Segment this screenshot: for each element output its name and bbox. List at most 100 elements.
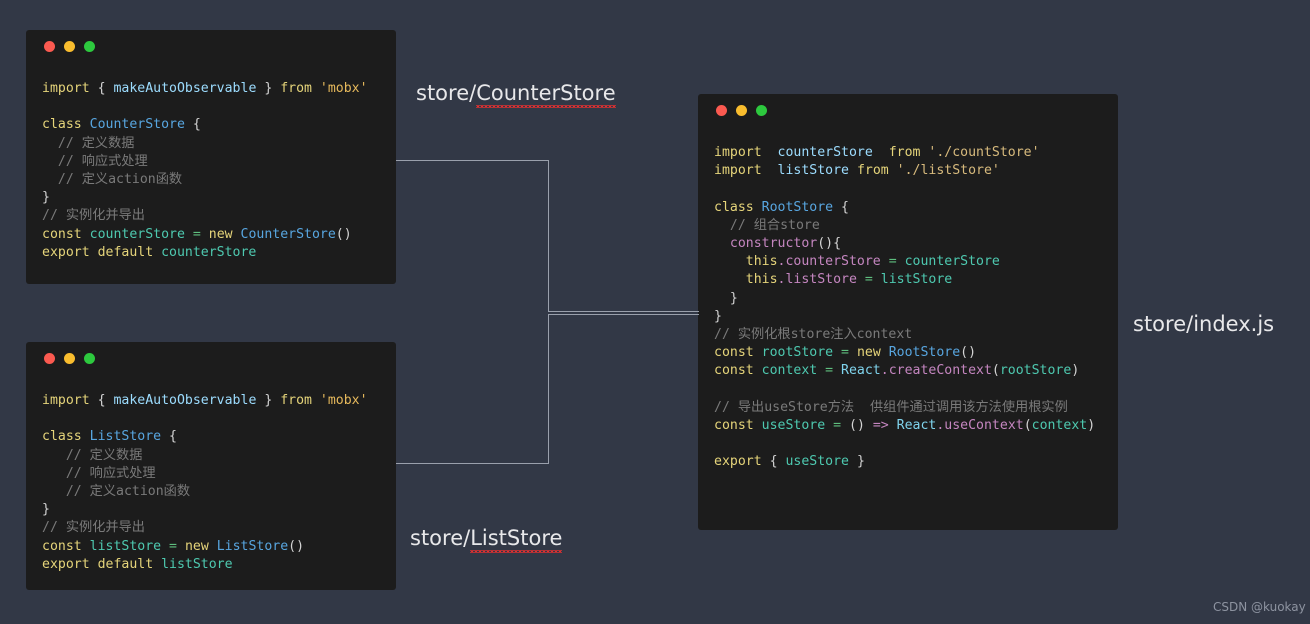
code-line: const counterStore = new CounterStore() [42, 226, 380, 244]
code-token: import [42, 393, 98, 408]
code-line: const useStore = () => React.useContext(… [714, 417, 1102, 435]
code-line: // 定义数据 [42, 135, 380, 153]
code-token: CounterStore [240, 226, 336, 242]
code-token: } [714, 308, 722, 324]
code-token: } [42, 502, 50, 518]
code-line: // 组合store [714, 217, 1102, 235]
code-token: counterStore [89, 226, 185, 242]
code-token: constructor [714, 236, 818, 252]
code-token: const [714, 345, 762, 361]
code-line: // 定义数据 [42, 447, 380, 465]
code-line: this.listStore = listStore [714, 271, 1102, 289]
code-token: = [825, 418, 849, 434]
code-token: { [833, 199, 849, 215]
code-token: .counterStore [777, 254, 881, 270]
code-token: () [335, 226, 352, 242]
code-token: (){ [817, 236, 842, 252]
code-line: // 响应式处理 [42, 465, 380, 483]
code-token: const [42, 538, 90, 554]
code-content-index-js: import counterStore from './countStore' i… [698, 126, 1118, 482]
code-token: .listStore [777, 272, 857, 288]
code-token: listStore [880, 272, 953, 288]
code-token: = [833, 345, 857, 361]
code-token: import [714, 163, 778, 179]
code-line: } [42, 189, 380, 207]
code-token: } [256, 393, 281, 408]
code-line: import { makeAutoObservable } from 'mobx… [42, 392, 380, 410]
code-token: export default [42, 556, 162, 572]
code-token: counterStore [904, 254, 1000, 270]
code-token: React [841, 363, 881, 379]
code-token: ) [1087, 418, 1096, 434]
window-titlebar [26, 342, 396, 374]
connector-list-horizontal-join [548, 314, 699, 315]
code-token: // 定义数据 [42, 447, 143, 463]
code-token: = [856, 272, 881, 288]
maximize-icon[interactable] [756, 104, 767, 116]
code-token: ) [1071, 363, 1080, 379]
code-token: listStore [777, 163, 849, 179]
code-token: { [97, 393, 114, 408]
connector-counter-horizontal-join [548, 311, 699, 312]
code-token: new [856, 345, 889, 361]
code-token: from [280, 81, 320, 96]
code-token: = [817, 363, 842, 379]
code-token: 'mobx' [319, 393, 368, 408]
code-token: './countStore' [928, 145, 1040, 160]
code-token: // 定义action函数 [42, 484, 191, 500]
code-line: // 导出useStore方法 供组件通过调用该方法使用根实例 [714, 399, 1102, 417]
code-token: listStore [161, 556, 233, 572]
connector-counter-vertical [548, 160, 549, 311]
code-token: counterStore [161, 244, 257, 260]
label-list-store-prefix: store/ [410, 526, 471, 550]
code-token: useStore [761, 418, 826, 434]
code-token: makeAutoObservable [113, 81, 257, 96]
code-line: const rootStore = new RootStore() [714, 344, 1102, 362]
code-token: useStore [785, 454, 849, 470]
close-icon[interactable] [44, 40, 55, 52]
code-token: context [1031, 418, 1088, 434]
code-token: const [714, 418, 762, 434]
code-line: class ListStore { [42, 428, 380, 446]
code-window-list-store: import { makeAutoObservable } from 'mobx… [26, 342, 396, 590]
code-token: this [714, 272, 778, 288]
minimize-icon[interactable] [736, 104, 747, 116]
maximize-icon[interactable] [84, 40, 95, 52]
close-icon[interactable] [716, 104, 727, 116]
code-line: // 定义action函数 [42, 171, 380, 189]
code-token: from [888, 145, 929, 160]
code-line: } [714, 308, 1102, 326]
code-token: context [761, 363, 818, 379]
code-token: .createContext [880, 363, 992, 379]
code-token: } [42, 190, 50, 206]
code-token: () [849, 418, 873, 434]
code-token: // 响应式处理 [42, 465, 156, 481]
code-token: { [769, 454, 786, 470]
minimize-icon[interactable] [64, 352, 75, 364]
minimize-icon[interactable] [64, 40, 75, 52]
code-token: => [872, 418, 897, 434]
code-token: ListStore [89, 429, 162, 445]
close-icon[interactable] [44, 352, 55, 364]
code-token: import [42, 81, 98, 96]
code-token: from [856, 163, 897, 179]
code-token: } [256, 81, 281, 96]
code-token: { [161, 429, 177, 445]
code-token: .useContext [936, 418, 1024, 434]
code-line: // 实例化并导出 [42, 519, 380, 537]
code-token: // 实例化并导出 [42, 208, 145, 224]
code-line: class RootStore { [714, 199, 1102, 217]
code-line: this.counterStore = counterStore [714, 253, 1102, 271]
window-titlebar [698, 94, 1118, 126]
code-token: const [42, 226, 90, 242]
code-token: () [960, 345, 977, 361]
code-content-list-store: import { makeAutoObservable } from 'mobx… [26, 374, 396, 584]
maximize-icon[interactable] [84, 352, 95, 364]
code-line: // 实例化根store注入context [714, 326, 1102, 344]
code-token: // 响应式处理 [42, 153, 148, 169]
code-token: = [161, 538, 185, 554]
watermark: CSDN @kuokay [1213, 600, 1306, 614]
